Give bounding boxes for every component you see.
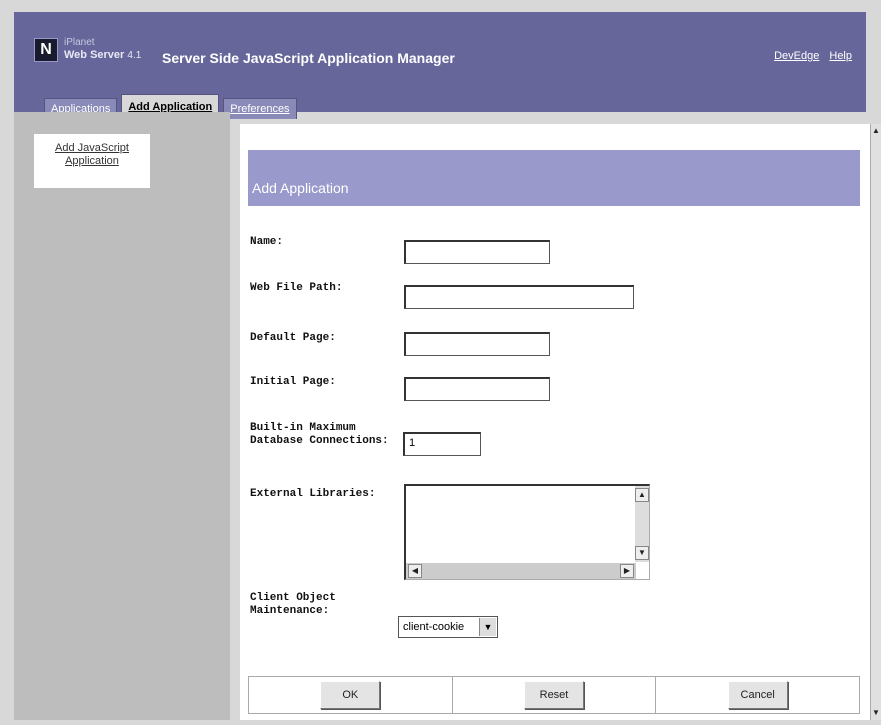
max-db-label-line1: Built-in Maximum <box>250 422 356 434</box>
cancel-button[interactable]: Cancel <box>727 681 788 709</box>
scroll-up-arrow-icon[interactable]: ▲ <box>635 488 649 502</box>
external-libraries-label: External Libraries: <box>250 488 376 500</box>
default-page-input[interactable] <box>404 332 550 356</box>
initial-page-input[interactable] <box>404 377 550 401</box>
product-line2: Web Server <box>64 49 125 61</box>
name-label: Name: <box>250 236 284 248</box>
netscape-logo-icon: N <box>34 38 58 62</box>
app-title: Server Side JavaScript Application Manag… <box>162 50 455 66</box>
default-page-label: Default Page: <box>250 332 336 344</box>
reset-button[interactable]: Reset <box>524 681 584 709</box>
client-object-selected-value: client-cookie <box>403 621 465 633</box>
scroll-right-arrow-icon[interactable]: ▶ <box>620 564 634 578</box>
scroll-down-arrow-icon[interactable]: ▼ <box>871 708 881 718</box>
product-version: 4.1 <box>127 50 142 61</box>
client-object-maintenance-select[interactable]: client-cookie ▼ <box>398 616 498 638</box>
client-object-label-line2: Maintenance: <box>250 605 330 617</box>
header-links: DevEdge Help <box>774 50 852 62</box>
web-file-path-input[interactable] <box>404 285 634 309</box>
max-db-label-line2: Database Connections: <box>250 435 389 447</box>
max-db-connections-input[interactable]: 1 <box>403 432 481 456</box>
tab-preferences[interactable]: Preferences <box>223 98 297 119</box>
external-libraries-textarea[interactable]: ▲ ▼ ◀ ▶ <box>404 484 650 580</box>
product-name: iPlanet Web Server 4.1 <box>64 36 141 62</box>
name-input[interactable] <box>404 240 550 264</box>
textarea-horizontal-scrollbar[interactable]: ◀ ▶ <box>406 563 636 579</box>
sidebar: Add JavaScript Application <box>14 112 230 720</box>
sidebar-item-add-javascript-application[interactable]: Add JavaScript Application <box>34 134 150 188</box>
scroll-down-arrow-icon[interactable]: ▼ <box>635 546 649 560</box>
form-banner: Add Application <box>248 150 860 206</box>
ok-button[interactable]: OK <box>320 681 381 709</box>
web-file-path-label: Web File Path: <box>250 282 343 294</box>
form-title: Add Application <box>252 180 349 196</box>
client-object-label: Client Object Maintenance: <box>250 592 336 618</box>
client-object-label-line1: Client Object <box>250 592 336 604</box>
textarea-vertical-scrollbar[interactable]: ▲ ▼ <box>635 486 649 562</box>
scroll-up-arrow-icon[interactable]: ▲ <box>871 126 881 136</box>
chevron-down-icon[interactable]: ▼ <box>479 618 496 636</box>
devedge-link[interactable]: DevEdge <box>774 50 819 62</box>
header: N iPlanet Web Server 4.1 Server Side Jav… <box>14 12 866 119</box>
button-bar: OK Reset Cancel <box>248 676 860 714</box>
main-content: Add Application Name: Web File Path: Def… <box>240 124 870 720</box>
product-line1: iPlanet <box>64 37 95 48</box>
app-window: N iPlanet Web Server 4.1 Server Side Jav… <box>0 0 881 725</box>
initial-page-label: Initial Page: <box>250 376 336 388</box>
help-link[interactable]: Help <box>829 50 852 62</box>
scroll-left-arrow-icon[interactable]: ◀ <box>408 564 422 578</box>
page-vertical-scrollbar[interactable]: ▲ ▼ <box>870 124 881 720</box>
max-db-label: Built-in Maximum Database Connections: <box>250 422 389 448</box>
